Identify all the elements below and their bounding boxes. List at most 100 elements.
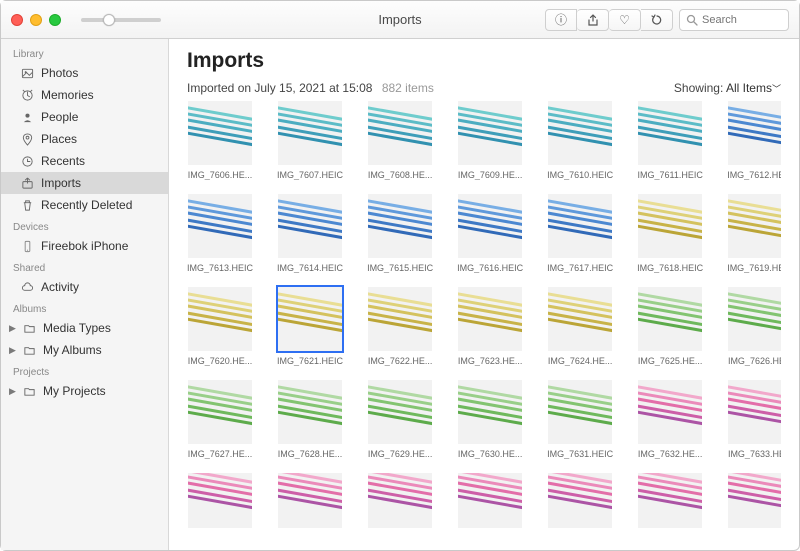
thumbnail-image[interactable] xyxy=(278,380,342,444)
thumbnail-image[interactable] xyxy=(548,473,612,528)
thumbnail-image[interactable] xyxy=(368,287,432,351)
search-field[interactable] xyxy=(679,9,789,31)
thumbnail-cell[interactable]: IMG_7632.HE... xyxy=(637,380,703,459)
thumbnail-image[interactable] xyxy=(188,380,252,444)
sidebar-item-recently-deleted[interactable]: Recently Deleted xyxy=(1,194,168,216)
share-button[interactable] xyxy=(577,9,609,31)
thumbnail-image[interactable] xyxy=(188,101,252,165)
thumbnail-cell[interactable]: IMG_7608.HE... xyxy=(367,101,433,180)
thumbnail-image[interactable] xyxy=(188,287,252,351)
thumbnail-image[interactable] xyxy=(728,287,781,351)
thumbnail-cell[interactable] xyxy=(727,473,781,528)
thumbnail-image[interactable] xyxy=(728,473,781,528)
thumbnail-image[interactable] xyxy=(458,101,522,165)
thumbnail-image[interactable] xyxy=(458,287,522,351)
thumbnail-cell[interactable]: IMG_7628.HE... xyxy=(277,380,343,459)
thumbnail-image[interactable] xyxy=(728,194,781,258)
thumbnail-image[interactable] xyxy=(548,101,612,165)
thumbnail-cell[interactable]: IMG_7619.HEIC xyxy=(727,194,781,273)
disclosure-triangle-icon[interactable]: ▶ xyxy=(9,386,17,397)
thumbnail-cell[interactable]: IMG_7623.HE... xyxy=(457,287,523,366)
thumbnail-cell[interactable]: IMG_7607.HEIC xyxy=(277,101,343,180)
thumbnail-image[interactable] xyxy=(728,101,781,165)
thumbnail-image[interactable] xyxy=(638,380,702,444)
thumbnail-image[interactable] xyxy=(368,473,432,528)
thumbnail-image[interactable] xyxy=(458,194,522,258)
thumbnail-image[interactable] xyxy=(548,194,612,258)
minimize-window-button[interactable] xyxy=(30,14,42,26)
thumbnail-image[interactable] xyxy=(278,194,342,258)
sidebar-item-activity[interactable]: Activity xyxy=(1,276,168,298)
thumbnail-cell[interactable]: IMG_7618.HEIC xyxy=(637,194,703,273)
thumbnail-image[interactable] xyxy=(188,473,252,528)
thumbnail-cell[interactable]: IMG_7611.HEIC xyxy=(637,101,703,180)
thumbnail-image[interactable] xyxy=(278,473,342,528)
thumbnail-cell[interactable]: IMG_7620.HE... xyxy=(187,287,253,366)
thumbnail-image[interactable] xyxy=(368,194,432,258)
sidebar-item-places[interactable]: Places xyxy=(1,128,168,150)
sidebar-item-my-projects[interactable]: ▶My Projects xyxy=(1,380,168,402)
sidebar-item-my-albums[interactable]: ▶My Albums xyxy=(1,339,168,361)
sidebar-item-memories[interactable]: Memories xyxy=(1,84,168,106)
thumbnail-image[interactable] xyxy=(458,380,522,444)
thumbnail-cell[interactable]: IMG_7617.HEIC xyxy=(547,194,613,273)
thumbnail-cell[interactable]: IMG_7610.HEIC xyxy=(547,101,613,180)
thumbnail-cell[interactable]: IMG_7615.HEIC xyxy=(367,194,433,273)
thumbnail-image[interactable] xyxy=(188,194,252,258)
thumbnail-cell[interactable]: IMG_7614.HEIC xyxy=(277,194,343,273)
thumbnail-cell[interactable]: IMG_7629.HE... xyxy=(367,380,433,459)
thumbnail-image[interactable] xyxy=(638,194,702,258)
thumbnail-cell[interactable]: IMG_7631.HEIC xyxy=(547,380,613,459)
thumbnail-filename: IMG_7608.HE... xyxy=(368,170,433,180)
thumbnail-cell[interactable] xyxy=(277,473,343,528)
thumbnail-cell[interactable]: IMG_7633.HE... xyxy=(727,380,781,459)
thumbnail-cell[interactable]: IMG_7609.HE... xyxy=(457,101,523,180)
rotate-button[interactable] xyxy=(641,9,673,31)
close-window-button[interactable] xyxy=(11,14,23,26)
thumbnail-image[interactable] xyxy=(638,101,702,165)
thumbnail-image[interactable] xyxy=(728,380,781,444)
thumbnail-cell[interactable]: IMG_7630.HE... xyxy=(457,380,523,459)
thumbnail-cell[interactable] xyxy=(187,473,253,528)
thumbnail-size-slider[interactable] xyxy=(81,18,161,22)
thumbnail-image[interactable] xyxy=(368,101,432,165)
info-button[interactable]: ⓘ xyxy=(545,9,577,31)
thumbnail-grid-scroll[interactable]: IMG_7606.HE... IMG_7607.HEIC IMG_7608.HE..… xyxy=(187,101,781,550)
sidebar-item-photos[interactable]: Photos xyxy=(1,62,168,84)
favorite-button[interactable]: ♡ xyxy=(609,9,641,31)
thumbnail-cell[interactable]: IMG_7621.HEIC xyxy=(277,287,343,366)
thumbnail-image[interactable] xyxy=(458,473,522,528)
thumbnail-image[interactable] xyxy=(278,287,342,351)
showing-filter[interactable]: Showing: All Items﹀ xyxy=(674,81,781,95)
thumbnail-cell[interactable] xyxy=(367,473,433,528)
thumbnail-image[interactable] xyxy=(638,473,702,528)
thumbnail-image[interactable] xyxy=(548,287,612,351)
sidebar-item-imports[interactable]: Imports xyxy=(1,172,168,194)
disclosure-triangle-icon[interactable]: ▶ xyxy=(9,323,17,334)
thumbnail-cell[interactable]: IMG_7625.HE... xyxy=(637,287,703,366)
thumbnail-cell[interactable]: IMG_7624.HE... xyxy=(547,287,613,366)
thumbnail-cell[interactable]: IMG_7613.HEIC xyxy=(187,194,253,273)
thumbnail-cell[interactable]: IMG_7627.HE... xyxy=(187,380,253,459)
thumbnail-cell[interactable]: IMG_7622.HE... xyxy=(367,287,433,366)
sidebar-item-recents[interactable]: Recents xyxy=(1,150,168,172)
thumbnail-image[interactable] xyxy=(548,380,612,444)
thumbnail-cell[interactable] xyxy=(637,473,703,528)
thumbnail-filename: IMG_7614.HEIC xyxy=(277,263,343,273)
thumbnail-cell[interactable]: IMG_7612.HEIC xyxy=(727,101,781,180)
zoom-window-button[interactable] xyxy=(49,14,61,26)
search-input[interactable] xyxy=(702,14,782,26)
thumbnail-cell[interactable]: IMG_7626.HE... xyxy=(727,287,781,366)
thumbnail-image[interactable] xyxy=(278,101,342,165)
sidebar-item-people[interactable]: People xyxy=(1,106,168,128)
thumbnail-cell[interactable]: IMG_7606.HE... xyxy=(187,101,253,180)
thumbnail-image[interactable] xyxy=(368,380,432,444)
thumbnail-cell[interactable] xyxy=(457,473,523,528)
thumbnail-cell[interactable]: IMG_7616.HEIC xyxy=(457,194,523,273)
disclosure-triangle-icon[interactable]: ▶ xyxy=(9,345,17,356)
sidebar-item-fireebok-iphone[interactable]: Fireebok iPhone xyxy=(1,235,168,257)
sidebar-item-media-types[interactable]: ▶Media Types xyxy=(1,317,168,339)
thumbnail-image[interactable] xyxy=(638,287,702,351)
sidebar-item-label: Recents xyxy=(41,154,85,168)
thumbnail-cell[interactable] xyxy=(547,473,613,528)
